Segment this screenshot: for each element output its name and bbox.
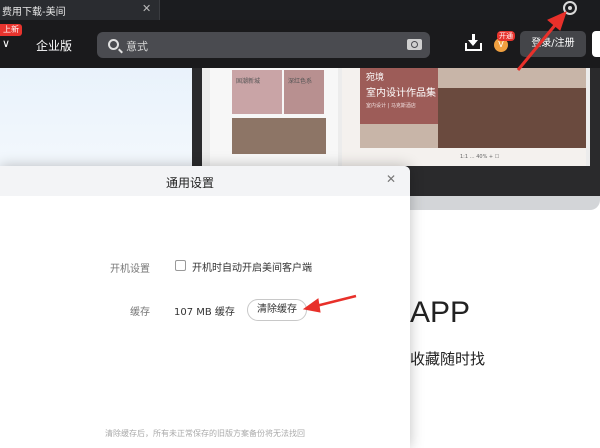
startup-option-label[interactable]: 开机时自动开启美间客户端 [192,259,312,274]
hero-sky [0,68,200,168]
zoom-bar: 1:1 … 40% + ☐ [460,154,580,163]
camera-search-icon[interactable] [407,39,422,50]
tab-bar: 费用下载-美间 ✕ [0,0,600,20]
zoom-text: 1:1 … 40% + ☐ [460,154,500,160]
poster: 宛境 室内设计作品集 室内设计 | 马克斯酒店 [360,68,586,148]
search-bar[interactable]: 意式 [97,32,430,58]
thumb-label: 国潮新城 [236,78,261,85]
search-icon [108,39,119,50]
edge-button[interactable] [592,31,600,57]
laptop-screen: 国潮新城 深红色系 宛境 室内设计作品集 室内设计 | 马克斯酒店 1:1 … … [202,68,590,166]
template-panel: 国潮新城 深红色系 [210,68,338,166]
login-register-button[interactable]: 登录/注册 [520,31,586,57]
poster-title-block: 宛境 室内设计作品集 室内设计 | 马克斯酒店 [360,68,438,124]
chevron-down-icon[interactable]: ∨ [2,37,10,50]
poster-caption: 室内设计 | 马克斯酒店 [366,103,416,109]
settings-gear-icon[interactable] [563,1,577,15]
open-vip-badge: 开通 [497,31,515,41]
cache-footnote: 清除缓存后，所有未正常保存的旧版方案备份将无法找回 [105,429,305,438]
tab-current[interactable]: 费用下载-美间 ✕ [0,0,160,20]
tab-title: 费用下载-美间 [2,7,66,18]
general-settings-dialog: 通用设置 ✕ 开机设置 开机时自动开启美间客户端 缓存 107 MB 缓存 清除… [0,166,410,448]
download-icon[interactable] [465,34,482,51]
template-thumb: 国潮新城 [232,70,282,114]
dialog-title: 通用设置 [165,176,214,190]
enterprise-edition-link[interactable]: 企业版 [36,37,72,54]
startup-checkbox[interactable] [175,260,186,271]
clear-cache-button[interactable]: 清除缓存 [247,299,307,321]
poster-photo [438,88,586,148]
cache-label: 缓存 [130,307,150,318]
startup-label: 开机设置 [110,264,150,275]
poster-subtitle: 室内设计作品集 [366,88,436,99]
close-icon[interactable]: ✕ [386,172,396,186]
search-input[interactable]: 意式 [126,38,148,54]
template-thumb: 深红色系 [284,70,324,114]
tab-close-icon[interactable]: ✕ [142,2,151,15]
thumb-label: 深红色系 [288,78,313,85]
dialog-header: 通用设置 ✕ [0,166,410,196]
template-thumb [232,118,326,154]
new-badge: 上新 [0,24,22,36]
design-canvas: 宛境 室内设计作品集 室内设计 | 马克斯酒店 1:1 … 40% + ☐ [342,68,586,166]
poster-title: 宛境 [366,73,385,83]
app-promo-subtitle: 收藏随时找 [410,350,486,368]
app-promo-title: APP [410,296,471,329]
app-header: 上新 ∨ 企业版 意式 V 开通 登录/注册 [0,20,600,68]
cache-size: 107 MB 缓存 [174,307,235,318]
